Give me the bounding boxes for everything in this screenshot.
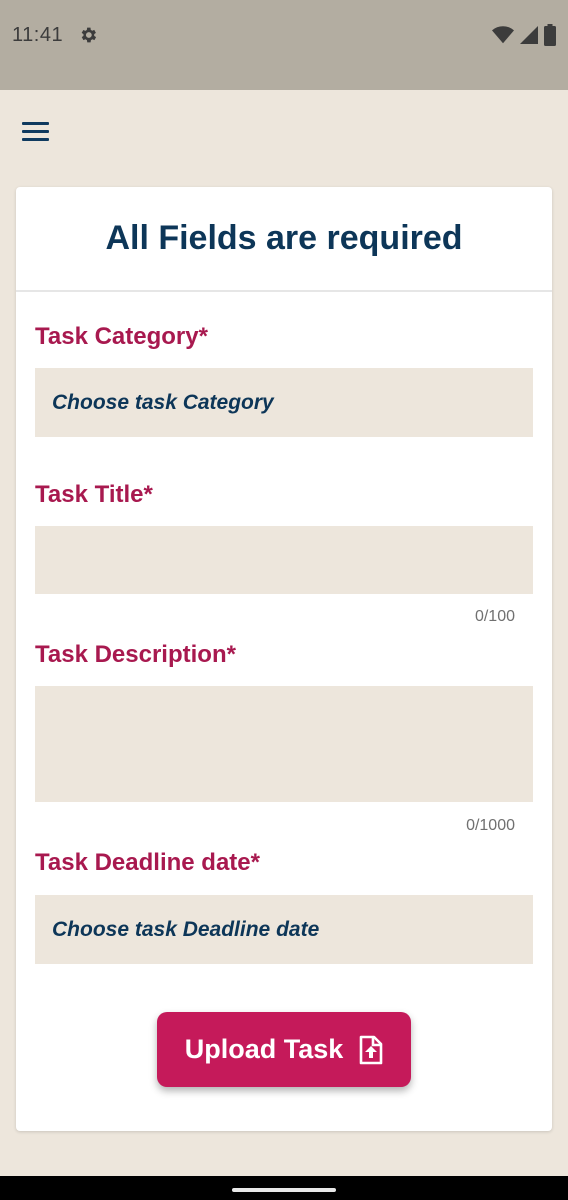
task-category-placeholder: Choose task Category: [52, 390, 274, 414]
task-title-counter: 0/100: [474, 608, 515, 625]
battery-icon: [544, 24, 556, 46]
task-title-label: Task Title*: [35, 481, 153, 508]
status-time: 11:41: [12, 24, 64, 46]
hamburger-menu-icon[interactable]: [22, 116, 58, 146]
upload-task-label: Upload Task: [184, 1034, 344, 1064]
task-deadline-label: Task Deadline date*: [35, 849, 260, 876]
home-gesture-handle[interactable]: [232, 1188, 336, 1192]
app-content: All Fields are required Task Category* C…: [0, 90, 568, 1176]
status-bar: 11:41: [0, 0, 568, 90]
card-header: All Fields are required: [16, 187, 552, 292]
task-description-textarea[interactable]: [35, 686, 533, 802]
task-deadline-date-picker[interactable]: Choose task Deadline date: [35, 895, 533, 964]
file-upload-icon: [359, 1035, 383, 1064]
gear-icon: [81, 27, 97, 43]
task-deadline-placeholder: Choose task Deadline date: [52, 917, 320, 941]
task-title-input[interactable]: [35, 526, 533, 594]
upload-task-button[interactable]: Upload Task: [157, 1012, 411, 1087]
task-category-select[interactable]: Choose task Category: [35, 368, 533, 437]
wifi-icon: [492, 26, 514, 44]
form-title: All Fields are required: [105, 219, 463, 257]
navigation-bar: [0, 1176, 568, 1200]
task-description-counter: 0/1000: [466, 817, 515, 834]
task-form-card: All Fields are required Task Category* C…: [16, 187, 552, 1131]
task-description-label: Task Description*: [35, 641, 236, 668]
signal-icon: [520, 26, 538, 44]
task-category-label: Task Category*: [35, 323, 208, 350]
